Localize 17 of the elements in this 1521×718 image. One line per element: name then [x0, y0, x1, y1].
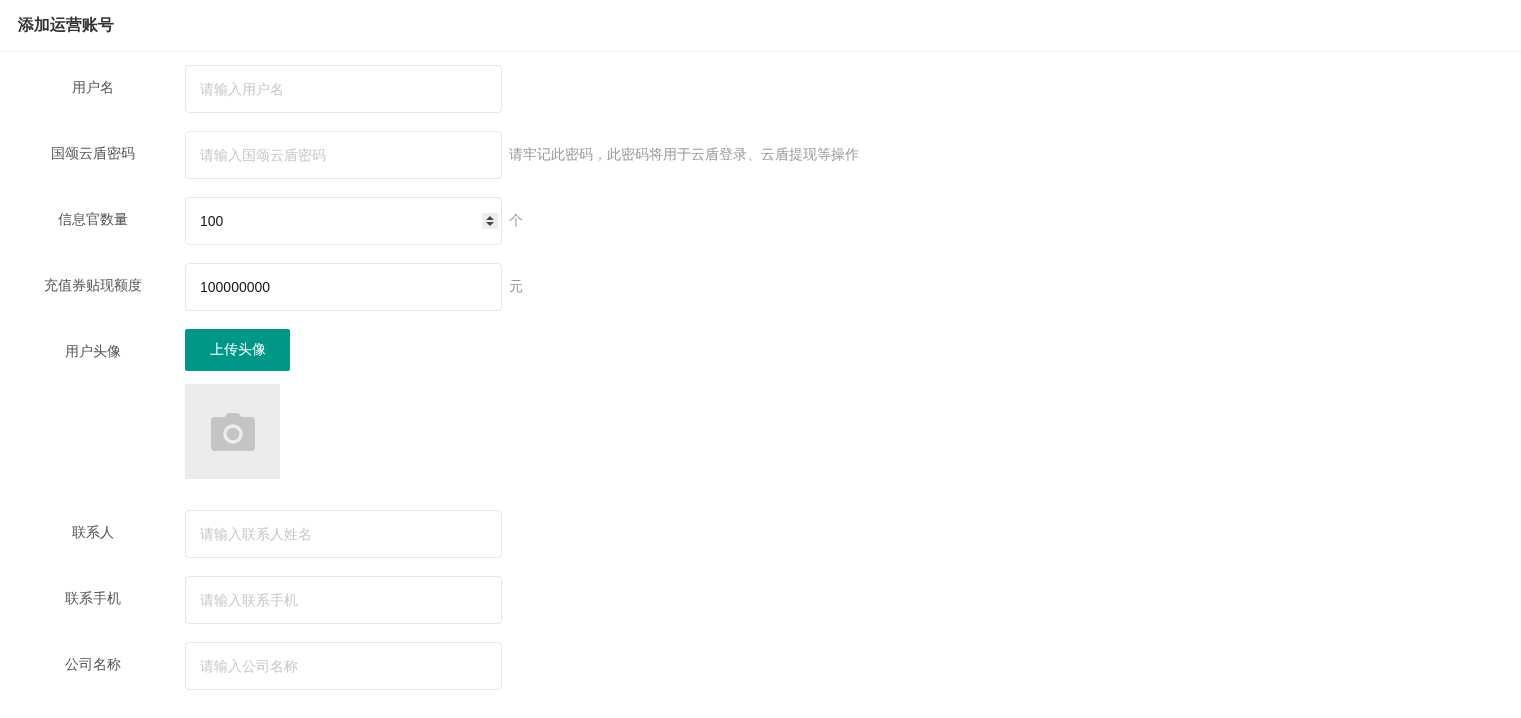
unit-label: 个: [509, 212, 523, 230]
hint-text: 请牢记此密码，此密码将用于云盾登录、云盾提现等操作: [509, 146, 859, 164]
field-label: 信息官数量: [56, 211, 129, 229]
number-field[interactable]: 100: [185, 197, 502, 245]
spinner-icon[interactable]: [482, 213, 498, 229]
page-title: 添加运营账号: [18, 15, 114, 35]
unit-label: 元: [509, 278, 523, 296]
field-label: 用户头像: [63, 343, 122, 361]
field-label: 充值券贴现额度: [42, 277, 143, 295]
field-label: 用户名: [70, 79, 115, 97]
field-label: 联系手机: [63, 590, 122, 608]
field-label: 联系人: [70, 524, 115, 542]
input-field[interactable]: 100000000: [185, 263, 502, 311]
upload-button[interactable]: 上传头像: [185, 329, 290, 371]
camera-icon: [210, 412, 255, 451]
field-label: 公司名称: [63, 656, 122, 674]
field-label: 国颂云盾密码: [49, 145, 136, 163]
